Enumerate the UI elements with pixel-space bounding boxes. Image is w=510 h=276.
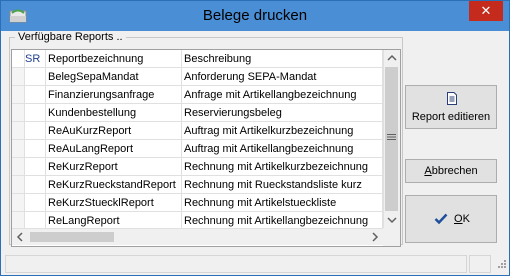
checkmark-icon: [434, 213, 448, 225]
sr-cell[interactable]: [25, 194, 46, 212]
report-description-cell[interactable]: Anforderung SEPA-Mandat: [182, 68, 383, 86]
report-name-cell[interactable]: ReKurzStuecklReport: [46, 194, 182, 212]
table-row[interactable]: Finanzierungsanfrage Anfrage mit Artikell…: [12, 86, 383, 104]
status-bar: [1, 249, 509, 275]
close-button[interactable]: ✕: [469, 1, 503, 21]
sr-cell[interactable]: [25, 86, 46, 104]
status-panel-small: [469, 255, 491, 273]
row-indicator-header: [12, 50, 25, 68]
column-header-sr[interactable]: SR: [25, 50, 46, 68]
cancel-label: bbrechen: [431, 165, 478, 177]
cancel-button[interactable]: Abbrechen: [405, 159, 497, 183]
row-indicator[interactable]: [12, 158, 25, 176]
report-description-cell[interactable]: Rechnung mit Artikelkurzbezeichnung: [182, 158, 383, 176]
table-row[interactable]: ReKurzStuecklReport Rechnung mit Artikels…: [12, 194, 383, 212]
ok-label: K: [462, 213, 470, 225]
table-row[interactable]: ReAuLangReport Auftrag mit Artikellangbez…: [12, 140, 383, 158]
report-name-cell[interactable]: ReAuLangReport: [46, 140, 182, 158]
column-header-beschreibung[interactable]: Beschreibung: [182, 50, 383, 68]
sr-cell[interactable]: [25, 158, 46, 176]
group-label: Verfügbare Reports ..: [15, 31, 126, 43]
report-description-cell[interactable]: Anfrage mit Artikellangbezeichnung: [182, 86, 383, 104]
report-name-cell[interactable]: ReAuKurzReport: [46, 122, 182, 140]
document-icon: [447, 92, 457, 105]
row-indicator[interactable]: [12, 140, 25, 158]
horizontal-scroll-thumb[interactable]: [30, 232, 114, 242]
row-indicator[interactable]: [12, 194, 25, 212]
report-description-cell[interactable]: Rechnung mit Rueckstandsliste kurz: [182, 176, 383, 194]
sr-cell[interactable]: [25, 176, 46, 194]
table-row[interactable]: ReAuKurzReport Auftrag mit Artikelkurzbez…: [12, 122, 383, 140]
report-edit-button[interactable]: Report editieren: [405, 85, 497, 129]
ok-mnemonic: O: [454, 213, 463, 225]
report-description-cell[interactable]: Reservierungsbeleg: [182, 104, 383, 122]
sr-cell[interactable]: [25, 140, 46, 158]
report-edit-label: Report editieren: [411, 111, 491, 123]
report-description-cell[interactable]: Rechnung mit Artikelstueckliste: [182, 194, 383, 212]
row-indicator[interactable]: [12, 86, 25, 104]
report-name-cell[interactable]: ReKurzReport: [46, 158, 182, 176]
grid-header-row: SR Reportbezeichnung Beschreibung: [12, 50, 383, 68]
table-row[interactable]: Kundenbestellung Reservierungsbeleg: [12, 104, 383, 122]
table-row[interactable]: BelegSepaMandat Anforderung SEPA-Mandat: [12, 68, 383, 86]
row-indicator[interactable]: [12, 104, 25, 122]
vertical-scroll-thumb[interactable]: [385, 67, 398, 211]
resize-grip-icon[interactable]: [495, 259, 507, 271]
table-row[interactable]: ReKurzRueckstandReport Rechnung mit Rueck…: [12, 176, 383, 194]
title-bar: Belege drucken ✕: [1, 1, 509, 31]
window-title: Belege drucken: [202, 7, 308, 24]
sr-cell[interactable]: [25, 68, 46, 86]
sr-cell[interactable]: [25, 104, 46, 122]
report-name-cell[interactable]: Kundenbestellung: [46, 104, 182, 122]
sr-cell[interactable]: [25, 122, 46, 140]
status-panel-main: [5, 255, 467, 273]
scroll-left-icon[interactable]: [12, 229, 28, 245]
ok-button[interactable]: OK: [405, 195, 497, 243]
scroll-down-icon[interactable]: [384, 212, 400, 228]
row-indicator[interactable]: [12, 176, 25, 194]
report-name-cell[interactable]: ReKurzRueckstandReport: [46, 176, 182, 194]
vertical-scrollbar[interactable]: [383, 50, 400, 228]
dialog-window: Belege drucken ✕ Verfügbare Reports .. S…: [0, 0, 510, 276]
table-row[interactable]: ReKurzReport Rechnung mit Artikelkurzbeze…: [12, 158, 383, 176]
column-header-reportbezeichnung[interactable]: Reportbezeichnung: [46, 50, 182, 68]
report-description-cell[interactable]: Auftrag mit Artikellangbezeichnung: [182, 140, 383, 158]
scroll-up-icon[interactable]: [384, 50, 400, 66]
cancel-mnemonic: A: [424, 165, 432, 177]
reports-grid[interactable]: SR Reportbezeichnung Beschreibung BelegS…: [11, 49, 401, 247]
row-indicator[interactable]: [12, 68, 25, 86]
row-indicator[interactable]: [12, 122, 25, 140]
scroll-grip-icon: [387, 134, 396, 140]
horizontal-scrollbar[interactable]: [12, 228, 383, 245]
report-name-cell[interactable]: Finanzierungsanfrage: [46, 86, 182, 104]
scrollbar-corner: [383, 228, 400, 246]
report-name-cell[interactable]: BelegSepaMandat: [46, 68, 182, 86]
scroll-right-icon[interactable]: [367, 229, 383, 245]
report-description-cell[interactable]: Auftrag mit Artikelkurzbezeichnung: [182, 122, 383, 140]
